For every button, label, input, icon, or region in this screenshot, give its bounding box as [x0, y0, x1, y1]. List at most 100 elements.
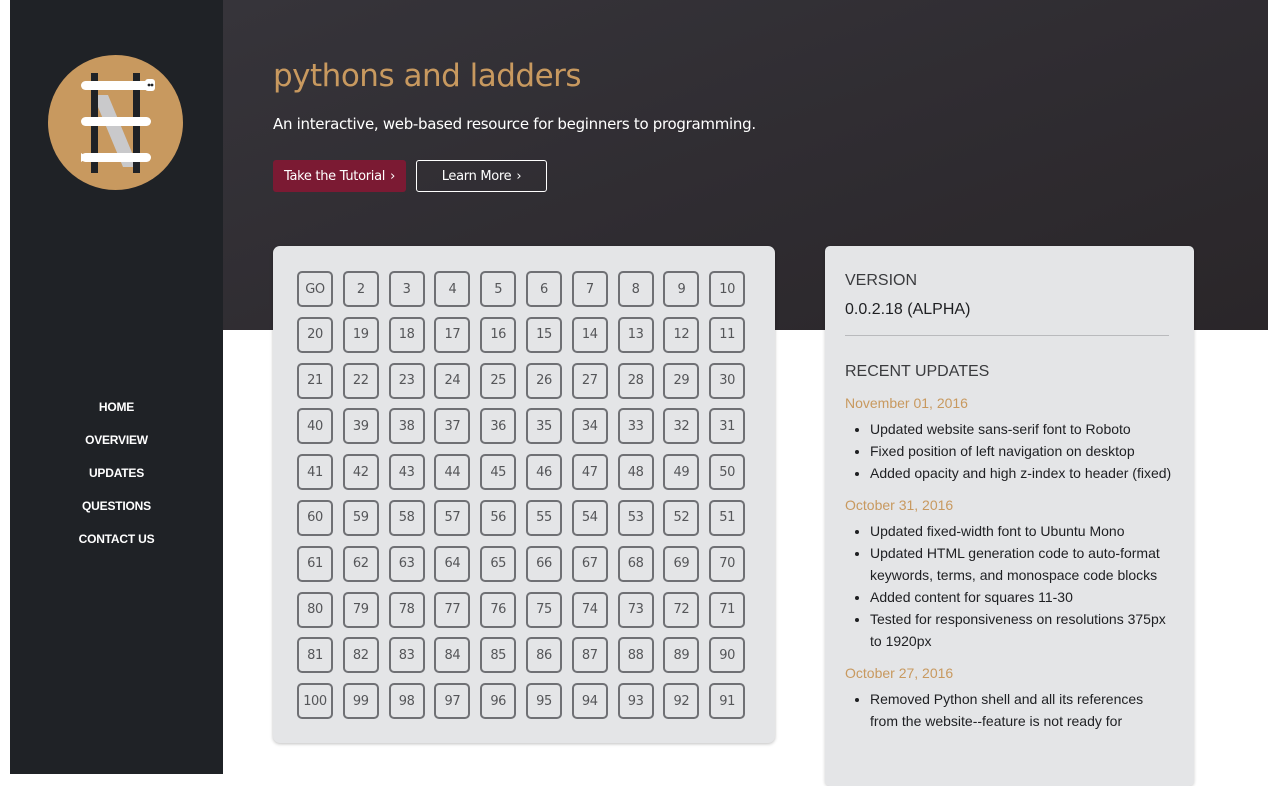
board-square[interactable]: 29	[663, 362, 700, 399]
board-square[interactable]: 42	[342, 454, 379, 491]
board-square[interactable]: 37	[434, 408, 471, 445]
board-square[interactable]: 66	[525, 545, 562, 582]
board-square[interactable]: 5	[480, 271, 517, 307]
board-square[interactable]: 46	[525, 454, 562, 491]
board-square[interactable]: 72	[663, 591, 700, 628]
board-square[interactable]: 7	[571, 271, 608, 307]
board-square[interactable]: 78	[388, 591, 425, 628]
board-square[interactable]: 22	[342, 362, 379, 399]
board-square[interactable]: 43	[388, 454, 425, 491]
board-square[interactable]: 52	[663, 499, 700, 536]
board-square[interactable]: 96	[480, 683, 517, 720]
board-square[interactable]: 56	[480, 499, 517, 536]
board-square[interactable]: 3	[388, 271, 425, 307]
board-square[interactable]: 83	[388, 637, 425, 674]
board-square[interactable]: 79	[342, 591, 379, 628]
board-square[interactable]: 32	[663, 408, 700, 445]
board-square[interactable]: 6	[525, 271, 562, 307]
board-square[interactable]: 68	[617, 545, 654, 582]
board-square[interactable]: 11	[709, 316, 746, 353]
board-square[interactable]: 51	[709, 499, 746, 536]
board-square[interactable]: 39	[342, 408, 379, 445]
board-square[interactable]: 19	[342, 316, 379, 353]
board-square[interactable]: 38	[388, 408, 425, 445]
board-square[interactable]: 65	[480, 545, 517, 582]
board-square[interactable]: 71	[709, 591, 746, 628]
board-square[interactable]: 81	[297, 637, 333, 674]
nav-questions[interactable]: QUESTIONS	[10, 495, 223, 528]
board-square[interactable]: 76	[480, 591, 517, 628]
board-square[interactable]: 63	[388, 545, 425, 582]
nav-contact-us[interactable]: CONTACT US	[10, 528, 223, 561]
board-square[interactable]: 62	[342, 545, 379, 582]
learn-more-button[interactable]: Learn More ›	[416, 160, 547, 192]
board-square[interactable]: 75	[525, 591, 562, 628]
board-square[interactable]: 36	[480, 408, 517, 445]
nav-home[interactable]: HOME	[10, 396, 223, 429]
board-square[interactable]: 47	[571, 454, 608, 491]
board-square[interactable]: 17	[434, 316, 471, 353]
board-square[interactable]: 73	[617, 591, 654, 628]
board-square[interactable]: 24	[434, 362, 471, 399]
board-square[interactable]: 16	[480, 316, 517, 353]
board-square[interactable]: 12	[663, 316, 700, 353]
board-square[interactable]: 64	[434, 545, 471, 582]
board-square[interactable]: 34	[571, 408, 608, 445]
board-square[interactable]: 89	[663, 637, 700, 674]
board-square[interactable]: 10	[709, 271, 746, 307]
board-square[interactable]: 40	[297, 408, 333, 445]
board-square[interactable]: 98	[388, 683, 425, 720]
board-square[interactable]: 45	[480, 454, 517, 491]
board-square[interactable]: 33	[617, 408, 654, 445]
board-square[interactable]: 59	[342, 499, 379, 536]
board-square[interactable]: 87	[571, 637, 608, 674]
board-square[interactable]: 55	[525, 499, 562, 536]
board-square[interactable]: 26	[525, 362, 562, 399]
board-square[interactable]: 69	[663, 545, 700, 582]
board-square[interactable]: 61	[297, 545, 333, 582]
board-square[interactable]: 48	[617, 454, 654, 491]
board-square[interactable]: 25	[480, 362, 517, 399]
board-square[interactable]: 88	[617, 637, 654, 674]
board-square[interactable]: 95	[525, 683, 562, 720]
board-square[interactable]: 92	[663, 683, 700, 720]
board-square[interactable]: 100	[297, 683, 333, 720]
board-square[interactable]: 53	[617, 499, 654, 536]
board-square[interactable]: 85	[480, 637, 517, 674]
board-square[interactable]: 84	[434, 637, 471, 674]
board-square[interactable]: 21	[297, 362, 333, 399]
board-square[interactable]: 49	[663, 454, 700, 491]
board-square[interactable]: 77	[434, 591, 471, 628]
take-tutorial-button[interactable]: Take the Tutorial ›	[273, 160, 406, 192]
board-square[interactable]: 99	[342, 683, 379, 720]
board-square[interactable]: 8	[617, 271, 654, 307]
board-square[interactable]: 41	[297, 454, 333, 491]
board-square[interactable]: 58	[388, 499, 425, 536]
board-square[interactable]: 30	[709, 362, 746, 399]
board-square[interactable]: 74	[571, 591, 608, 628]
board-square[interactable]: 9	[663, 271, 700, 307]
board-square[interactable]: 67	[571, 545, 608, 582]
board-square[interactable]: 31	[709, 408, 746, 445]
nav-overview[interactable]: OVERVIEW	[10, 429, 223, 462]
board-square[interactable]: 14	[571, 316, 608, 353]
board-square[interactable]: 94	[571, 683, 608, 720]
board-square[interactable]: 70	[709, 545, 746, 582]
board-square[interactable]: 35	[525, 408, 562, 445]
board-square[interactable]: 54	[571, 499, 608, 536]
board-square[interactable]: 20	[297, 316, 333, 353]
board-square[interactable]: 15	[525, 316, 562, 353]
board-square[interactable]: 2	[342, 271, 379, 307]
board-square[interactable]: 97	[434, 683, 471, 720]
board-square[interactable]: 93	[617, 683, 654, 720]
board-square[interactable]: 91	[709, 683, 746, 720]
board-square[interactable]: 27	[571, 362, 608, 399]
board-square[interactable]: GO	[297, 271, 333, 307]
board-square[interactable]: 13	[617, 316, 654, 353]
board-square[interactable]: 60	[297, 499, 333, 536]
board-square[interactable]: 18	[388, 316, 425, 353]
board-square[interactable]: 80	[297, 591, 333, 628]
board-square[interactable]: 23	[388, 362, 425, 399]
board-square[interactable]: 44	[434, 454, 471, 491]
nav-updates[interactable]: UPDATES	[10, 462, 223, 495]
